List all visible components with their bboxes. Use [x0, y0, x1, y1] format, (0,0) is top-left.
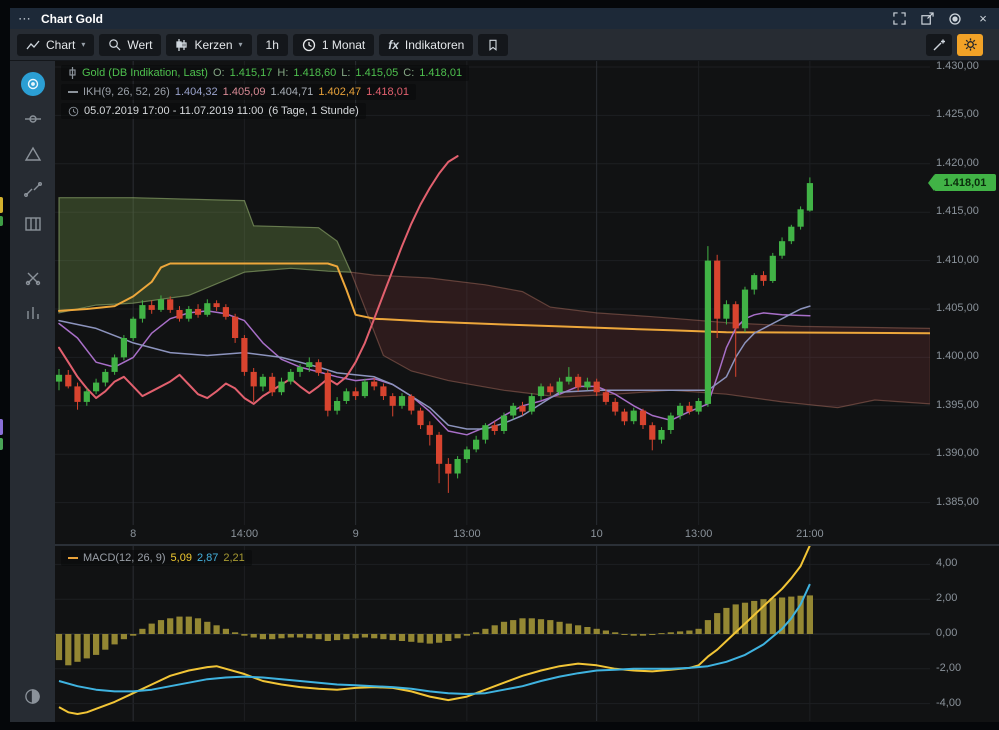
pane-divider[interactable]: [55, 544, 999, 546]
window-menu-icon[interactable]: ⋯: [18, 11, 32, 27]
magic-wand-button[interactable]: [926, 34, 952, 56]
indicator-line-icon: [68, 557, 78, 559]
shapes-tool-icon[interactable]: [19, 140, 47, 168]
time-tick-label: 10: [573, 528, 621, 540]
price-tick-label: 1.395,00: [936, 399, 979, 411]
dock-tab[interactable]: [0, 216, 3, 226]
range-legend-row: 05.07.2019 17:00 - 11.07.2019 11:00 (6 T…: [61, 103, 366, 119]
dock-tab[interactable]: [0, 197, 3, 213]
high-value: 1.418,60: [293, 67, 336, 79]
dock-tab[interactable]: [0, 438, 3, 450]
chart-toolbar: Chart ▾ Wert Kerzen ▾ 1h 1 Monat fx Ind: [10, 29, 999, 61]
time-tick-label: 8: [109, 528, 157, 540]
visible-range: 05.07.2019 17:00 - 11.07.2019 11:00: [84, 105, 263, 117]
time-axis[interactable]: 8 14:00 9 13:00 10 13:00 21:00: [55, 525, 930, 544]
price-tick-label: 1.390,00: [936, 447, 979, 459]
open-value: 1.415,17: [230, 67, 273, 79]
macd-legend: MACD(12, 26, 9) 5,09 2,87 2,21: [61, 550, 252, 566]
price-chart[interactable]: [55, 61, 930, 525]
price-tick-label: 1.400,00: [936, 350, 979, 362]
macd-chart[interactable]: [55, 546, 930, 721]
macd-label: MACD(12, 26, 9): [83, 552, 166, 564]
fullscreen-icon[interactable]: [891, 11, 907, 27]
measure-tool-icon[interactable]: [19, 105, 47, 133]
price-tick-label: 1.410,00: [936, 254, 979, 266]
macd-legend-row[interactable]: MACD(12, 26, 9) 5,09 2,87 2,21: [61, 550, 252, 566]
time-tick-label: 13:00: [675, 528, 723, 540]
search-icon: [108, 38, 121, 51]
popout-icon[interactable]: [919, 11, 935, 27]
signal-value: 2,87: [197, 552, 218, 564]
indicators-button[interactable]: fx Indikatoren: [379, 34, 473, 56]
chart-legend: Gold (DB Indikation, Last) O:1.415,17 H:…: [61, 65, 469, 119]
price-tick-label: 1.405,00: [936, 302, 979, 314]
drawing-toolbar: [10, 61, 55, 722]
macd-tick-label: 0,00: [936, 627, 957, 639]
fx-icon: fx: [388, 38, 399, 52]
price-axis[interactable]: 1.430,00 1.425,00 1.420,00 1.415,00 1.410,00…: [930, 61, 999, 525]
visible-range-detail: (6 Tage, 1 Stunde): [268, 105, 358, 117]
instrument-legend-row[interactable]: Gold (DB Indikation, Last) O:1.415,17 H:…: [61, 65, 469, 81]
chart-type-button[interactable]: Kerzen ▾: [166, 34, 251, 56]
low-value: 1.415,05: [355, 67, 398, 79]
price-tick-label: 1.420,00: [936, 157, 979, 169]
period-button[interactable]: 1 Monat: [293, 34, 374, 56]
settings-button[interactable]: [957, 34, 983, 56]
chevron-down-icon: ▾: [239, 40, 243, 49]
clock-icon: [68, 106, 79, 117]
camera-tool-icon[interactable]: [19, 70, 47, 98]
macd-axis[interactable]: 4,00 2,00 0,00 -2,00 -4,00: [930, 546, 999, 721]
record-icon[interactable]: [947, 11, 963, 27]
time-tick-label: 9: [332, 528, 380, 540]
instrument-search-button[interactable]: Wert: [99, 34, 161, 56]
price-tick-label: 1.430,00: [936, 61, 979, 72]
macd-tick-label: -4,00: [936, 697, 961, 709]
chart-menu-button[interactable]: Chart ▾: [17, 34, 94, 56]
tools-icon[interactable]: [19, 264, 47, 292]
time-tick-label: 13:00: [443, 528, 491, 540]
chevron-down-icon: ▾: [81, 40, 85, 49]
line-chart-icon: [26, 39, 40, 51]
clock-icon: [302, 38, 316, 52]
series-icon: [68, 67, 77, 79]
trendline-tool-icon[interactable]: [19, 175, 47, 203]
chart-area[interactable]: 1.430,00 1.425,00 1.420,00 1.415,00 1.410,00…: [55, 61, 999, 722]
window-titlebar[interactable]: ⋯ Chart Gold ×: [10, 8, 999, 29]
price-tick-label: 1.385,00: [936, 496, 979, 508]
macd-tick-label: 4,00: [936, 557, 957, 569]
candles-icon: [175, 38, 188, 52]
indicator-line-icon: [68, 91, 78, 93]
time-tick-label: 14:00: [220, 528, 268, 540]
interval-button[interactable]: 1h: [257, 34, 288, 56]
price-tick-label: 1.415,00: [936, 205, 979, 217]
contrast-icon[interactable]: [19, 682, 47, 710]
gear-icon: [963, 37, 978, 52]
close-value: 1.418,01: [419, 67, 462, 79]
ichimoku-label: IKH(9, 26, 52, 26): [83, 86, 170, 98]
macd-value: 5,09: [171, 552, 192, 564]
last-price-badge: 1.418,01: [934, 174, 996, 191]
dock-tab[interactable]: [0, 419, 3, 435]
ichimoku-legend-row[interactable]: IKH(9, 26, 52, 26) 1.404,32 1.405,09 1.4…: [61, 84, 416, 100]
price-tick-label: 1.425,00: [936, 108, 979, 120]
magic-wand-icon: [932, 38, 946, 52]
macd-tick-label: 2,00: [936, 592, 957, 604]
time-tick-label: 21:00: [786, 528, 834, 540]
chart-window: ⋯ Chart Gold × Chart ▾: [10, 8, 999, 722]
layout-tool-icon[interactable]: [19, 210, 47, 238]
close-icon[interactable]: ×: [975, 11, 991, 27]
desktop-background: ⋯ Chart Gold × Chart ▾: [0, 0, 999, 730]
histogram-value: 2,21: [223, 552, 244, 564]
objects-tool-icon[interactable]: [19, 299, 47, 327]
bookmark-button[interactable]: [478, 34, 508, 56]
macd-tick-label: -2,00: [936, 662, 961, 674]
instrument-name: Gold (DB Indikation, Last): [82, 67, 208, 79]
bookmark-icon: [487, 38, 499, 52]
window-title: Chart Gold: [41, 12, 103, 26]
